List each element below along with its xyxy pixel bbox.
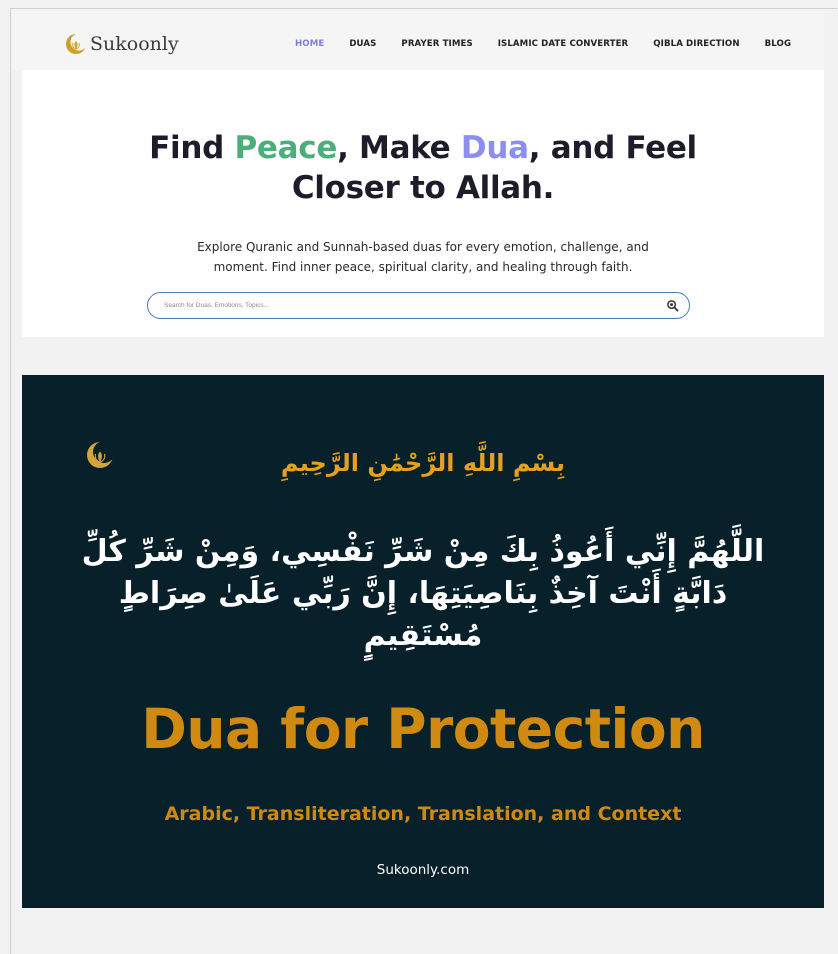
site-url: Sukoonly.com xyxy=(376,862,470,878)
nav-blog[interactable]: BLOG xyxy=(765,39,791,49)
search-input[interactable] xyxy=(162,301,646,310)
dua-title: Dua for Protection xyxy=(141,697,705,761)
hero-subtitle: Explore Quranic and Sunnah-based duas fo… xyxy=(22,237,824,277)
nav-duas[interactable]: DUAS xyxy=(349,39,376,49)
search-bar xyxy=(147,292,690,319)
nav-prayer-times[interactable]: PRAYER TIMES xyxy=(401,39,472,49)
hero-section: Find Peace, Make Dua, and Feel Closer to… xyxy=(22,70,824,337)
hero-title-part2: , Make xyxy=(337,130,461,166)
featured-dua-banner[interactable]: بِسْمِ اللَّهِ الرَّحْمَٰنِ الرَّحِيمِ ا… xyxy=(22,375,824,908)
hero-title: Find Peace, Make Dua, and Feel Closer to… xyxy=(22,128,824,208)
hero-title-peace: Peace xyxy=(234,130,338,166)
hero-title-dua: Dua xyxy=(460,130,529,166)
main-nav: HOME DUAS PRAYER TIMES ISLAMIC DATE CONV… xyxy=(295,39,791,49)
bismillah-text: بِسْمِ اللَّهِ الرَّحْمَٰنِ الرَّحِيمِ xyxy=(280,449,566,477)
hero-subtitle-line1: Explore Quranic and Sunnah-based duas fo… xyxy=(197,240,649,254)
nav-home[interactable]: HOME xyxy=(295,39,324,49)
arabic-dua-line3: مُسْتَقِيمٍ xyxy=(363,618,483,653)
brand-name: Sukoonly xyxy=(90,33,179,55)
arabic-dua-text: اللَّهُمَّ إِنِّي أَعُوذُ بِكَ مِنْ شَرِ… xyxy=(22,531,824,657)
nav-qibla-direction[interactable]: QIBLA DIRECTION xyxy=(653,39,739,49)
hero-title-part1: Find xyxy=(149,130,235,166)
search-icon[interactable] xyxy=(666,299,679,312)
hero-title-line2: Closer to Allah. xyxy=(291,170,555,206)
site-header: Sukoonly HOME DUAS PRAYER TIMES ISLAMIC … xyxy=(12,10,824,70)
crescent-logo-icon xyxy=(66,33,88,54)
arabic-dua-line2: دَابَّةٍ أَنْتَ آخِذٌ بِنَاصِيَتِهَا، إِ… xyxy=(118,576,728,611)
nav-islamic-date-converter[interactable]: ISLAMIC DATE CONVERTER xyxy=(498,39,629,49)
hero-title-part3: , and Feel xyxy=(528,130,697,166)
arabic-dua-line1: اللَّهُمَّ إِنِّي أَعُوذُ بِكَ مِنْ شَرِ… xyxy=(81,534,765,569)
site-logo[interactable]: Sukoonly xyxy=(64,32,179,56)
hero-subtitle-line2: moment. Find inner peace, spiritual clar… xyxy=(213,260,633,274)
dua-subtitle: Arabic, Transliteration, Translation, an… xyxy=(164,803,682,825)
